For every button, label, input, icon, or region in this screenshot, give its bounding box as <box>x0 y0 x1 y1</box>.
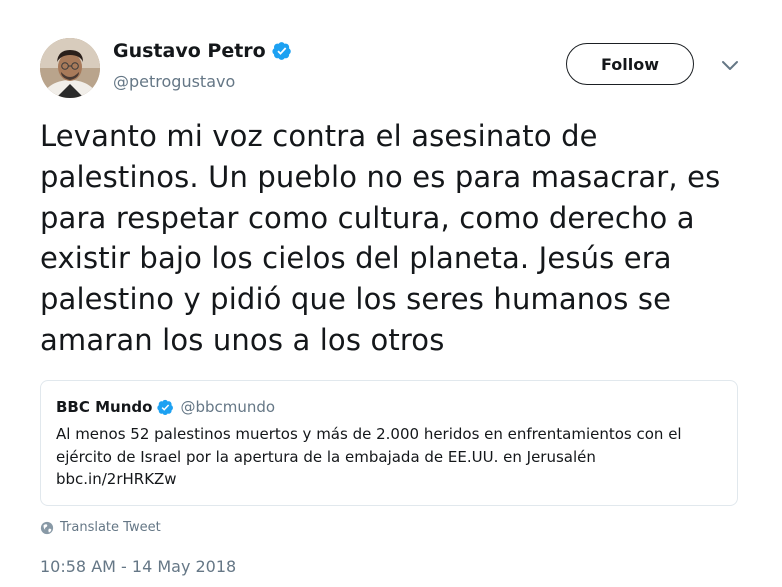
translate-label[interactable]: Translate Tweet <box>60 520 161 535</box>
verified-badge-icon <box>157 399 174 415</box>
quoted-tweet[interactable]: BBC Mundo @bbcmundo Al menos 52 palestin… <box>40 380 738 506</box>
follow-button[interactable]: Follow <box>566 43 694 85</box>
chevron-down-icon[interactable] <box>718 58 742 74</box>
tweet-text-line: Levanto mi voz contra el asesinato de <box>40 119 598 153</box>
tweet-timestamp[interactable]: 10:58 AM - 14 May 2018 <box>40 557 236 576</box>
quoted-tweet-text: Al menos 52 palestinos muertos y más de … <box>56 423 726 491</box>
quoted-link[interactable]: bbc.in/2rHRKZw <box>56 468 726 491</box>
globe-icon <box>40 521 54 534</box>
quoted-author-name: BBC Mundo <box>56 398 153 416</box>
translate-tweet-link[interactable]: Translate Tweet <box>40 520 161 535</box>
author-name[interactable]: Gustavo Petro <box>113 40 266 62</box>
author-handle[interactable]: @petrogustavo <box>113 72 235 91</box>
quoted-text-line: Al menos 52 palestinos muertos y más de … <box>56 425 682 443</box>
avatar-image <box>40 38 100 98</box>
tweet-text-line: para respetar como cultura, como derecho… <box>40 200 695 235</box>
quoted-text-line: ejército de Israel por la apertura de la… <box>56 447 596 466</box>
tweet-text-line: existir bajo los cielos del planeta. Jes… <box>40 241 672 276</box>
quoted-author-handle: @bbcmundo <box>180 398 276 416</box>
tweet-card: Gustavo Petro @petrogustavo Follow Levan… <box>0 0 782 587</box>
tweet-text-line: amaran los unos a los otros <box>40 322 445 357</box>
tweet-text: Levanto mi voz contra el asesinato de pa… <box>40 116 750 361</box>
avatar[interactable] <box>40 38 100 98</box>
tweet-text-line: palestinos. Un pueblo no es para masacra… <box>40 159 721 194</box>
tweet-text-line: palestino y pidió que los seres humanos … <box>40 282 672 317</box>
verified-badge-icon <box>272 42 291 60</box>
quoted-tweet-header: BBC Mundo @bbcmundo <box>56 398 275 416</box>
author-name-row[interactable]: Gustavo Petro <box>113 40 292 62</box>
